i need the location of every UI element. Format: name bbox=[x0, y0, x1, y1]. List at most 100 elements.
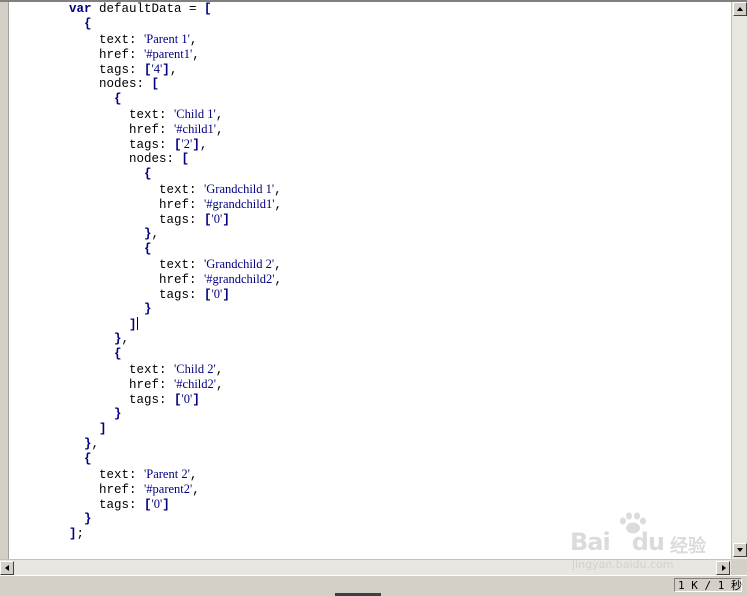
code-line[interactable]: text: 'Child 2', bbox=[69, 362, 282, 377]
code-token: , bbox=[216, 123, 224, 137]
vertical-scrollbar[interactable] bbox=[731, 2, 747, 559]
code-line[interactable]: ] bbox=[69, 422, 282, 437]
code-line[interactable]: href: '#child1', bbox=[69, 122, 282, 137]
code-token: nodes: bbox=[69, 77, 152, 91]
code-token: } bbox=[84, 512, 92, 526]
code-token: , bbox=[192, 483, 200, 497]
code-token: defaultData = bbox=[91, 2, 205, 16]
line-gutter bbox=[0, 2, 9, 559]
code-token: tags: bbox=[69, 393, 175, 407]
code-token: href: bbox=[69, 273, 205, 287]
code-line[interactable]: text: 'Child 1', bbox=[69, 107, 282, 122]
code-line[interactable]: tags: ['0'] bbox=[69, 212, 282, 227]
code-line[interactable]: ]; bbox=[69, 527, 282, 542]
code-token: ] bbox=[162, 498, 170, 512]
code-token: [ bbox=[144, 63, 152, 77]
code-token: [ bbox=[151, 77, 160, 91]
code-token: tags: bbox=[69, 498, 145, 512]
code-line[interactable]: text: 'Grandchild 2', bbox=[69, 257, 282, 272]
code-line[interactable]: ] bbox=[69, 317, 282, 332]
code-line[interactable]: tags: ['0'] bbox=[69, 287, 282, 302]
code-token: ] bbox=[192, 393, 200, 407]
code-line[interactable]: text: 'Parent 1', bbox=[69, 32, 282, 47]
code-token: , bbox=[215, 108, 224, 122]
code-line[interactable]: tags: ['0'] bbox=[69, 392, 282, 407]
code-token: text: bbox=[69, 258, 205, 272]
code-token: 'Parent 2' bbox=[144, 467, 190, 481]
code-token: , bbox=[151, 227, 160, 241]
code-token: 'Parent 1' bbox=[144, 32, 190, 46]
code-token: text: bbox=[69, 33, 145, 47]
code-line[interactable]: tags: ['0'] bbox=[69, 497, 282, 512]
code-token: ] bbox=[129, 318, 137, 332]
status-message-area bbox=[2, 578, 670, 593]
code-token: { bbox=[114, 347, 122, 361]
scroll-right-button[interactable] bbox=[716, 561, 730, 575]
code-line[interactable]: { bbox=[69, 17, 282, 32]
code-line[interactable]: href: '#grandchild2', bbox=[69, 272, 282, 287]
code-line[interactable]: var defaultData = [ bbox=[69, 2, 282, 17]
code-token: ; bbox=[76, 527, 85, 541]
code-line[interactable]: nodes: [ bbox=[69, 77, 282, 92]
code-line[interactable]: }, bbox=[69, 332, 282, 347]
code-token: [ bbox=[174, 138, 182, 152]
code-token: 'Grandchild 2' bbox=[204, 257, 275, 271]
code-editor-area[interactable]: var defaultData = [ { text: 'Parent 1', … bbox=[9, 2, 731, 559]
code-token: , bbox=[274, 258, 282, 272]
code-line[interactable]: tags: ['4'], bbox=[69, 62, 282, 77]
code-token: '#grandchild2' bbox=[204, 272, 275, 286]
code-token: '0' bbox=[211, 287, 223, 301]
code-line[interactable]: } bbox=[69, 512, 282, 527]
code-token: , bbox=[189, 33, 198, 47]
code-token: [ bbox=[181, 152, 190, 166]
arrow-left-icon bbox=[5, 565, 9, 571]
code-line[interactable]: { bbox=[69, 92, 282, 107]
code-line[interactable]: } bbox=[69, 407, 282, 422]
code-token: text: bbox=[69, 108, 175, 122]
code-token: , bbox=[192, 48, 200, 62]
code-token: ] bbox=[162, 63, 170, 77]
code-line[interactable]: }, bbox=[69, 227, 282, 242]
code-line[interactable]: text: 'Parent 2', bbox=[69, 467, 282, 482]
code-line[interactable]: href: '#child2', bbox=[69, 377, 282, 392]
code-line[interactable]: } bbox=[69, 302, 282, 317]
code-token: href: bbox=[69, 378, 175, 392]
code-line[interactable]: href: '#parent1', bbox=[69, 47, 282, 62]
code-line[interactable]: text: 'Grandchild 1', bbox=[69, 182, 282, 197]
status-file-size: 1 K / 1 秒 bbox=[674, 578, 742, 592]
code-token: 'Grandchild 1' bbox=[204, 182, 275, 196]
code-token: , bbox=[215, 363, 224, 377]
code-token: , bbox=[189, 468, 198, 482]
code-line[interactable]: { bbox=[69, 347, 282, 362]
code-token: } bbox=[144, 302, 152, 316]
code-line[interactable]: }, bbox=[69, 437, 282, 452]
code-token: tags: bbox=[69, 63, 145, 77]
code-line[interactable]: href: '#parent2', bbox=[69, 482, 282, 497]
scroll-down-button[interactable] bbox=[733, 543, 747, 557]
code-token: , bbox=[274, 273, 283, 287]
code-line[interactable]: { bbox=[69, 167, 282, 182]
code-token: '#child1' bbox=[174, 122, 217, 136]
code-line[interactable]: nodes: [ bbox=[69, 152, 282, 167]
scroll-up-button[interactable] bbox=[733, 2, 747, 16]
code-token: , bbox=[169, 63, 178, 77]
code-line[interactable]: href: '#grandchild1', bbox=[69, 197, 282, 212]
code-token: , bbox=[199, 138, 208, 152]
code-token: 'Child 1' bbox=[174, 107, 216, 121]
code-line[interactable]: tags: ['2'], bbox=[69, 137, 282, 152]
code-token: { bbox=[144, 167, 152, 181]
code-line[interactable]: { bbox=[69, 242, 282, 257]
code-line[interactable]: { bbox=[69, 452, 282, 467]
horizontal-scrollbar[interactable] bbox=[0, 559, 747, 575]
code-token: tags: bbox=[69, 138, 175, 152]
code-content[interactable]: var defaultData = [ { text: 'Parent 1', … bbox=[69, 2, 282, 542]
scroll-left-button[interactable] bbox=[0, 561, 14, 575]
code-token: , bbox=[121, 332, 130, 346]
code-token: , bbox=[216, 378, 224, 392]
code-token: text: bbox=[69, 183, 205, 197]
